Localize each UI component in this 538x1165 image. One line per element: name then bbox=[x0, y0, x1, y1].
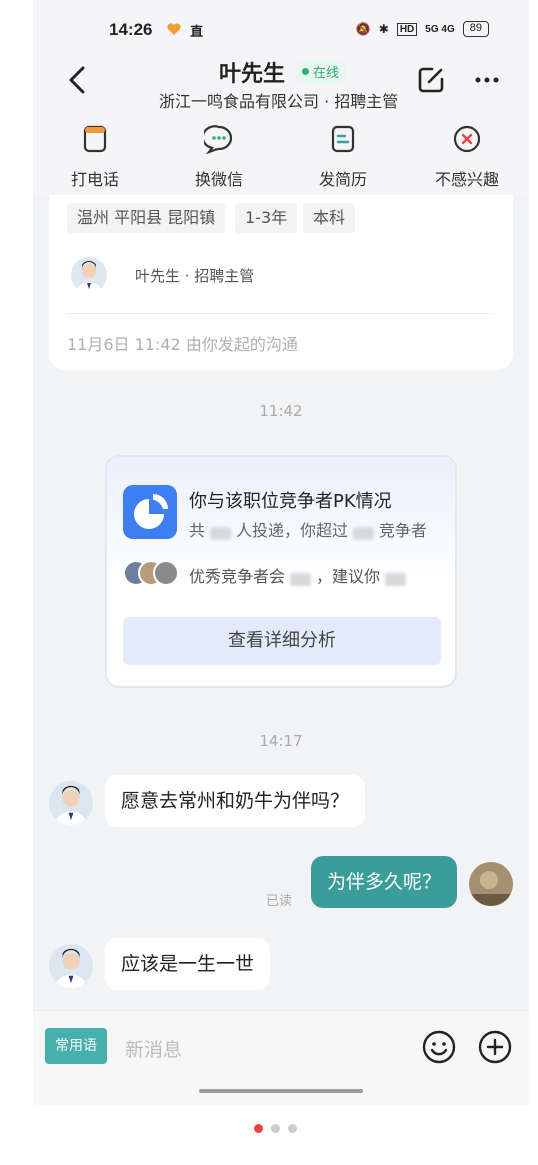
mute-icon: 🔕 bbox=[355, 22, 371, 36]
pk-card[interactable]: 你与该职位竞争者PK情况 共 97 人投递，你超过 97 竞争者 优秀竞争者会 … bbox=[105, 455, 457, 688]
recruiter-chat-avatar[interactable] bbox=[49, 944, 93, 988]
pk-suggestion-mid: ，建议你 bbox=[315, 567, 380, 586]
page-dot-active bbox=[254, 1124, 263, 1133]
back-button[interactable] bbox=[63, 64, 91, 96]
pk-hidden-advice: 97 bbox=[385, 573, 406, 586]
pk-suggestion-prefix: 优秀竞争者会 bbox=[189, 567, 286, 586]
user-photo-icon bbox=[469, 871, 513, 906]
pk-summary: 共 97 人投递，你超过 97 竞争者 bbox=[189, 517, 427, 541]
status-bar: 14:26 直 🔕 ✱ HD 5G 4G 89 bbox=[33, 18, 529, 46]
pk-summary-prefix: 共 bbox=[189, 521, 206, 540]
not-interested-icon bbox=[453, 125, 481, 153]
competitor-avatars bbox=[123, 560, 179, 586]
online-badge: 在线 bbox=[296, 60, 346, 83]
input-bar: 常用语 新消息 bbox=[33, 1010, 529, 1105]
page-dot bbox=[271, 1124, 280, 1133]
plus-icon[interactable] bbox=[477, 1029, 513, 1065]
pk-hidden-percent: 97 bbox=[353, 527, 374, 540]
home-indicator[interactable] bbox=[199, 1089, 363, 1093]
resume-action-label: 发简历 bbox=[318, 170, 367, 189]
resume-icon bbox=[331, 125, 355, 153]
pie-chart-icon bbox=[134, 494, 168, 529]
online-label: 在线 bbox=[313, 66, 340, 81]
read-status: 已读 bbox=[266, 894, 293, 909]
status-extra-text: 直 bbox=[190, 25, 204, 40]
message-bubble-sent[interactable]: 为伴多久呢？ bbox=[310, 856, 457, 908]
more-icon[interactable] bbox=[475, 70, 499, 90]
not-interested-action-button[interactable]: 不感兴趣 bbox=[419, 124, 515, 190]
timestamp: 11:42 bbox=[259, 402, 303, 420]
job-tag-location: 温州 平阳县 昆阳镇 bbox=[67, 203, 226, 233]
pk-suggestion: 优秀竞争者会 97 ，建议你 97 bbox=[189, 563, 406, 587]
network-indicator: 5G 4G bbox=[425, 23, 455, 35]
job-card[interactable]: 温州 平阳县 昆阳镇 1-3年 本科 叶先生 · 招聘主管 11月6日 11:4… bbox=[49, 195, 513, 370]
company-title: 浙江一鸣食品有限公司 · 招聘主管 bbox=[159, 92, 399, 111]
pk-summary-mid: 人投递，你超过 bbox=[235, 521, 348, 540]
page-dot bbox=[288, 1124, 297, 1133]
message-input[interactable]: 新消息 bbox=[125, 1035, 182, 1062]
call-action-label: 打电话 bbox=[70, 170, 119, 189]
person-icon bbox=[55, 785, 87, 825]
person-icon bbox=[76, 261, 102, 293]
status-app-icons: 直 bbox=[166, 21, 203, 40]
job-tag-experience: 1-3年 bbox=[235, 203, 298, 233]
wechat-icon bbox=[201, 125, 233, 155]
pk-title: 你与该职位竞争者PK情况 bbox=[189, 491, 392, 512]
chat-screen: 14:26 直 🔕 ✱ HD 5G 4G 89 叶先生 在线 浙江一鸣食品有限公… bbox=[33, 0, 529, 1105]
person-icon bbox=[55, 948, 87, 988]
page-indicator bbox=[254, 1124, 297, 1133]
edit-icon[interactable] bbox=[417, 66, 445, 94]
recruiter-avatar bbox=[71, 257, 107, 293]
message-bubble-received[interactable]: 应该是一生一世 bbox=[105, 938, 271, 990]
recruiter-chat-avatar[interactable] bbox=[49, 781, 93, 825]
action-row: 打电话 换微信 发简历 不感兴趣 bbox=[33, 124, 529, 190]
timestamp: 14:17 bbox=[259, 732, 303, 750]
view-analysis-button[interactable]: 查看详细分析 bbox=[123, 617, 441, 665]
pk-summary-suffix: 竞争者 bbox=[378, 521, 427, 540]
contact-name: 叶先生 bbox=[219, 62, 286, 87]
my-chat-avatar[interactable] bbox=[469, 862, 513, 906]
job-card-divider bbox=[67, 313, 495, 314]
conversation-start-info: 11月6日 11:42 由你发起的沟通 bbox=[67, 335, 298, 354]
not-interested-action-label: 不感兴趣 bbox=[434, 170, 499, 189]
wechat-action-button[interactable]: 换微信 bbox=[171, 124, 267, 190]
call-action-button[interactable]: 打电话 bbox=[47, 124, 143, 190]
message-bubble-received[interactable]: 愿意去常州和奶牛为伴吗？ bbox=[105, 775, 366, 827]
wechat-action-label: 换微信 bbox=[194, 170, 243, 189]
hd-icon: HD bbox=[396, 22, 418, 36]
online-dot-icon bbox=[302, 68, 309, 75]
status-time: 14:26 bbox=[109, 20, 153, 39]
pk-chart-icon bbox=[123, 485, 177, 539]
heart-icon bbox=[167, 23, 181, 35]
competitor-avatar bbox=[153, 560, 179, 586]
pk-hidden-value: 97 bbox=[290, 573, 311, 586]
phone-icon bbox=[83, 125, 107, 153]
emoji-icon[interactable] bbox=[421, 1029, 457, 1065]
status-right-icons: 🔕 ✱ HD 5G 4G 89 bbox=[356, 21, 489, 37]
pk-hidden-count: 97 bbox=[210, 527, 231, 540]
bluetooth-icon: ✱ bbox=[378, 22, 389, 36]
recruiter-info: 叶先生 · 招聘主管 bbox=[135, 267, 255, 285]
resume-action-button[interactable]: 发简历 bbox=[295, 124, 391, 190]
battery-indicator: 89 bbox=[462, 21, 489, 37]
common-phrases-button[interactable]: 常用语 bbox=[45, 1028, 107, 1064]
job-tag-education: 本科 bbox=[303, 203, 356, 233]
